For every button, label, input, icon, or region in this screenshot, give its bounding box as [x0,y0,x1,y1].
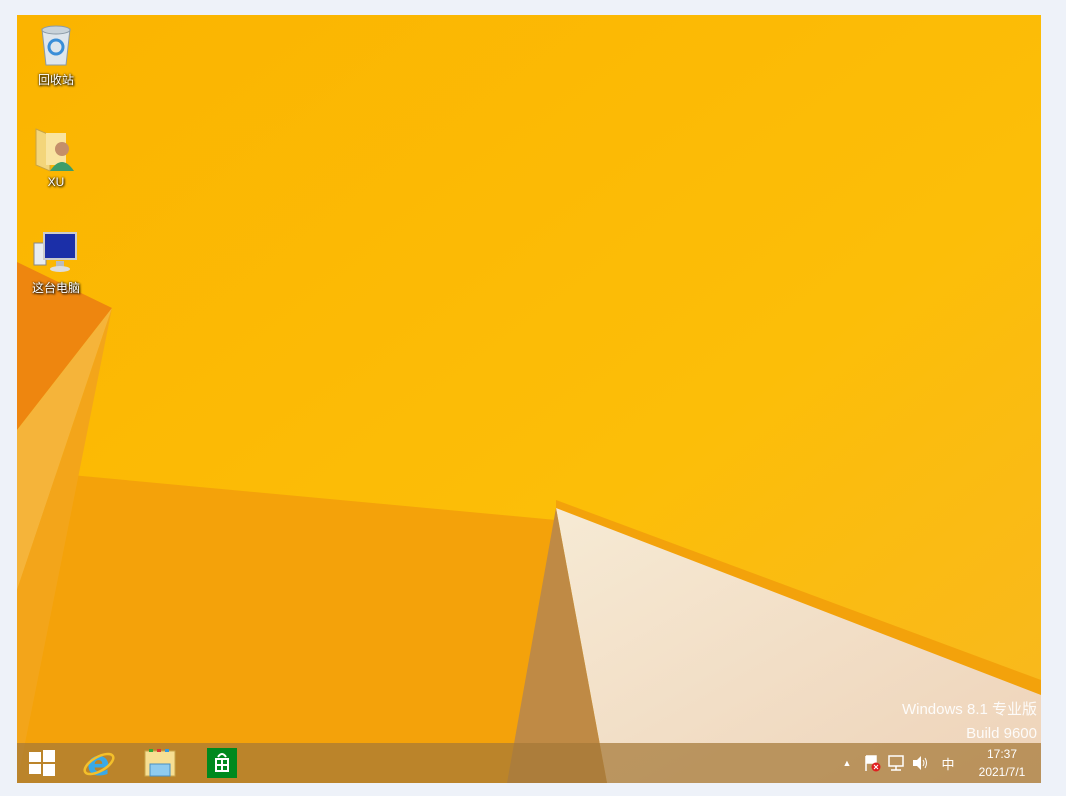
clock-date: 2021/7/1 [978,765,1026,779]
store-icon [207,748,237,778]
desktop-icon-recycle-bin[interactable]: 回收站 [17,21,95,88]
network-icon [888,755,904,771]
desktop-icon-this-pc[interactable]: 这台电脑 [17,229,95,296]
clock[interactable]: 17:37 2021/7/1 [967,745,1037,781]
user-folder-icon [32,125,80,173]
windows-watermark: Windows 8.1 专业版 Build 9600 [902,698,1037,746]
internet-explorer-icon: e [83,746,115,780]
action-center-button[interactable] [860,743,884,783]
clock-time: 17:37 [986,747,1018,761]
network-button[interactable] [884,743,908,783]
file-explorer-icon [144,749,176,777]
taskbar: e ▲ 中 17:37 2021/7/1 [17,743,1041,783]
start-icon [29,750,55,776]
desktop-icon-label: 这台电脑 [31,281,80,295]
volume-button[interactable] [908,743,932,783]
speaker-icon [913,756,927,770]
show-hidden-icons-button[interactable]: ▲ [839,743,855,783]
flag-error-icon [865,755,881,772]
wallpaper [17,15,1041,783]
desktop-icon-label: XU [47,175,65,189]
this-pc-icon [32,229,80,277]
ime-indicator[interactable]: 中 [936,743,960,783]
taskbar-file-explorer[interactable] [135,743,185,783]
taskbar-internet-explorer[interactable]: e [74,743,124,783]
taskbar-store[interactable] [197,743,247,783]
recycle-bin-icon [32,21,80,69]
watermark-edition: Windows 8.1 专业版 [901,701,1037,718]
desktop-icon-label: 回收站 [37,73,74,87]
desktop-icon-user-folder[interactable]: XU [17,125,95,189]
start-button[interactable] [17,743,67,783]
desktop[interactable]: 回收站 XU 这台电脑 Windows 8.1 专业版 Build 9600 e… [17,15,1041,783]
